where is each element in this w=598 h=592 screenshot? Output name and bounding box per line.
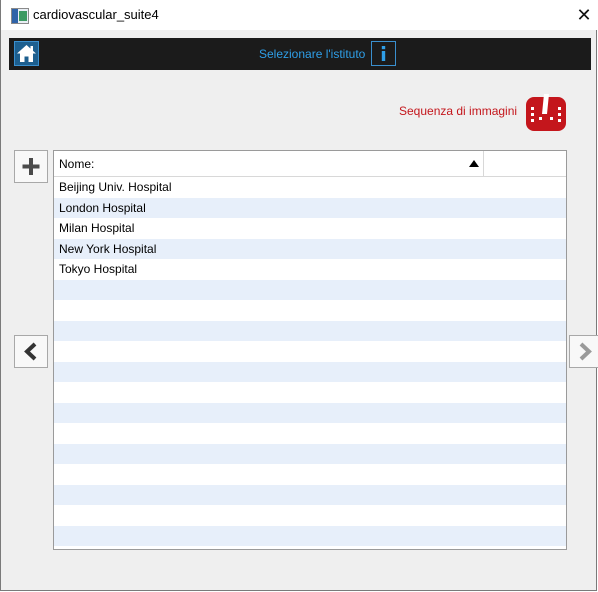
table-row (54, 505, 566, 526)
title-bar: cardiovascular_suite4 ✕ (1, 0, 598, 30)
close-button[interactable]: ✕ (569, 0, 598, 30)
header-title: Selezionare l'istituto (259, 47, 366, 61)
table-row (54, 546, 566, 549)
column-header-label: Nome: (59, 157, 95, 171)
image-sequence-icon (526, 94, 566, 131)
plus-icon (22, 158, 40, 175)
table-row[interactable]: Beijing Univ. Hospital (54, 177, 566, 198)
info-button[interactable] (371, 41, 396, 66)
table-row (54, 443, 566, 464)
sequence-label: Sequenza di immagini (399, 104, 518, 118)
table-row (54, 279, 566, 300)
table-row (54, 484, 566, 505)
table-row[interactable]: Tokyo Hospital (54, 259, 566, 280)
table-body: Beijing Univ. Hospital London Hospital M… (54, 177, 566, 549)
home-icon (17, 45, 36, 62)
info-icon (381, 46, 386, 61)
table-row (54, 423, 566, 444)
column-header-name[interactable]: Nome: (54, 151, 484, 176)
app-icon (11, 8, 29, 24)
table-row (54, 341, 566, 362)
table-row (54, 361, 566, 382)
window-title: cardiovascular_suite4 (33, 7, 159, 22)
institute-table: Nome: Beijing Univ. Hospital London Hosp… (53, 150, 567, 550)
table-row (54, 320, 566, 341)
chevron-right-icon (579, 342, 592, 361)
table-row (54, 382, 566, 403)
table-row[interactable]: New York Hospital (54, 238, 566, 259)
table-row (54, 402, 566, 423)
add-institute-button[interactable] (14, 150, 48, 183)
table-row[interactable]: Milan Hospital (54, 218, 566, 239)
home-button[interactable] (14, 41, 39, 66)
table-row (54, 525, 566, 546)
chevron-left-icon (24, 342, 37, 361)
table-row (54, 300, 566, 321)
table-header: Nome: (54, 151, 566, 177)
table-row (54, 464, 566, 485)
close-icon: ✕ (576, 4, 592, 25)
header-bar: Selezionare l'istituto (9, 38, 591, 70)
image-sequence-button[interactable] (525, 93, 567, 133)
table-row[interactable]: London Hospital (54, 197, 566, 218)
previous-button[interactable] (14, 335, 48, 368)
next-button[interactable] (569, 335, 598, 368)
app-window: cardiovascular_suite4 ✕ Selezionare l'is… (0, 0, 598, 591)
sort-ascending-icon (469, 160, 479, 167)
